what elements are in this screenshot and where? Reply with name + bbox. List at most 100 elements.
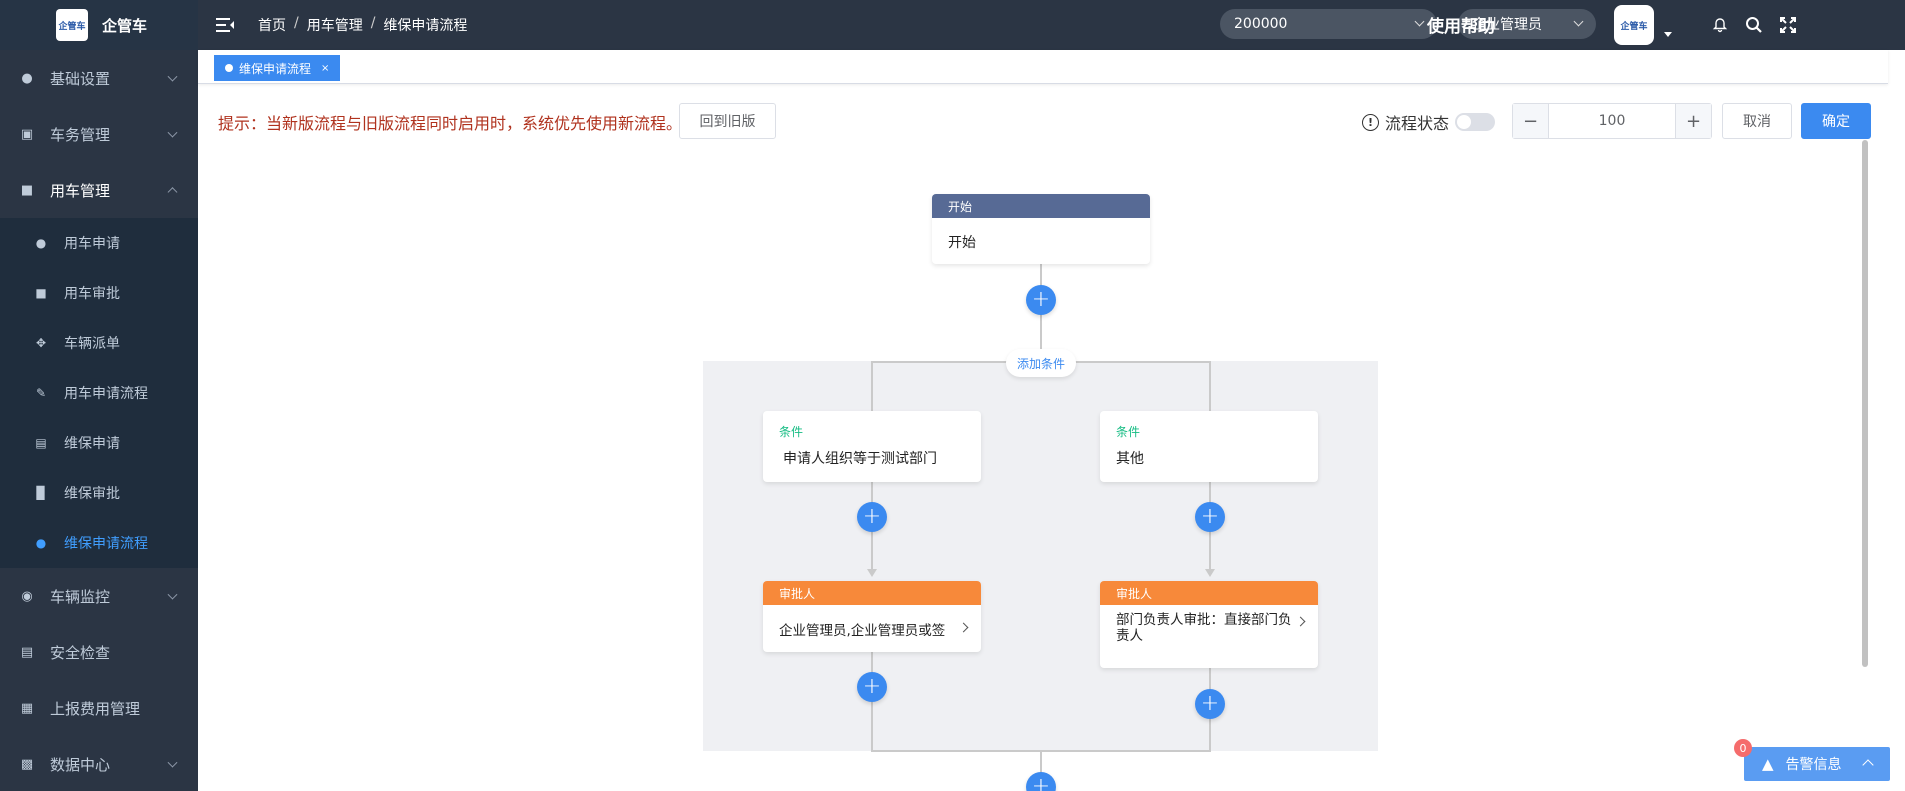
warning-icon: ! [1362,113,1379,131]
sidebar-item-safety-check[interactable]: ▤ 安全检查 [0,624,198,680]
breadcrumb-vehicle-use[interactable]: 用车管理 [307,15,363,35]
add-node-button[interactable]: + [1026,285,1056,315]
flow-status-switch[interactable] [1455,113,1495,131]
chevron-down-icon [167,127,178,138]
condition-text: 申请人组织等于测试部门 [783,451,937,467]
chevron-down-icon [167,757,178,768]
users-icon: ● [21,70,33,86]
tab-maint-flow[interactable]: 维保申请流程 × [214,55,341,81]
approver-node[interactable]: 审批人 企业管理员,企业管理员或签 [763,581,981,652]
alert-panel-toggle[interactable]: ▲ 告警信息 [1744,747,1890,781]
tab-label: 维保申请流程 [239,61,312,76]
scrollbar[interactable] [1862,140,1868,667]
sidebar-item-label: 数据中心 [50,755,111,774]
add-node-button[interactable]: + [1026,772,1056,791]
condition-node[interactable]: 条件 其他 [1100,411,1318,482]
sidebar-item-label: 车辆监控 [50,587,111,606]
active-dot-icon [225,64,233,72]
sidebar-item-basic-settings[interactable]: ● 基础设置 [0,50,198,106]
org-select-value: 200000 [1234,16,1288,32]
start-node[interactable]: 开始 开始 [932,194,1150,264]
sidebar-subitem-maint-flow[interactable]: ● 维保申请流程 [0,518,198,568]
help-link[interactable]: 使用帮助 [1427,12,1495,37]
add-node-button[interactable]: + [857,672,887,702]
confirm-button[interactable]: 确定 [1801,103,1871,139]
avatar[interactable]: 企管车 [1614,5,1654,45]
document-icon: ■ [20,182,34,198]
tip-text: 提示：当新版流程与旧版流程同时启用时，系统优先使用新流程。 [218,114,683,133]
zoom-stepper: − 100 + [1512,103,1712,139]
fullscreen-icon[interactable] [1778,15,1798,35]
zoom-out-button[interactable]: − [1513,104,1549,138]
zoom-value-input[interactable]: 100 [1549,104,1675,138]
breadcrumb-home[interactable]: 首页 [258,15,286,35]
condition-label: 条件 [779,425,804,439]
back-old-version-button[interactable]: 回到旧版 [679,103,776,139]
grid-icon: ▦ [20,700,34,716]
approver-node-title: 审批人 [763,581,981,605]
flow-status: ! 流程状态 [1362,110,1449,134]
approver-text: 企业管理员,企业管理员或签 [779,623,946,639]
add-node-button[interactable]: + [1195,689,1225,719]
sidebar-subitem-use-approve[interactable]: ■ 用车审批 [0,268,198,318]
sidebar-subitem-maint-approve[interactable]: ▉ 维保审批 [0,468,198,518]
bank-icon: ▲ [1762,755,1774,773]
globe-icon: ◉ [21,588,33,604]
sidebar-item-vehicle-use[interactable]: ■ 用车管理 [0,162,198,218]
approver-node[interactable]: 审批人 部门负责人审批：直接部门负责人 [1100,581,1318,668]
sidebar-item-expense[interactable]: ▦ 上报费用管理 [0,680,198,736]
org-select[interactable]: 200000 [1220,9,1437,39]
people-icon: ● [35,536,47,550]
close-icon[interactable]: × [321,63,329,74]
logo-text: 企管车 [102,16,148,35]
bar-chart-icon: ▉ [36,486,46,500]
breadcrumb-current: 维保申请流程 [383,18,468,34]
cancel-button[interactable]: 取消 [1722,103,1792,139]
chevron-up-icon [167,187,178,198]
search-icon[interactable] [1744,15,1764,35]
file-text-icon: ▤ [35,436,47,450]
sidebar-item-label: 用车审批 [64,286,120,302]
start-node-title: 开始 [932,194,1150,218]
sidebar-subitem-dispatch[interactable]: ✥ 车辆派单 [0,318,198,368]
sidebar-item-label: 车辆派单 [64,336,120,352]
alert-label: 告警信息 [1785,757,1842,773]
edit-icon: ✎ [35,386,47,400]
menu-toggle-icon[interactable] [216,18,234,32]
sidebar-item-monitor[interactable]: ◉ 车辆监控 [0,568,198,624]
flow-status-label: 流程状态 [1385,114,1450,133]
monitor-icon: ▣ [20,126,34,142]
add-condition-button[interactable]: 添加条件 [1006,349,1076,377]
sidebar-item-label: 用车管理 [50,181,111,200]
logo: 企管车 企管车 [0,0,198,50]
start-node-content: 开始 [948,235,976,251]
file-icon: ■ [35,286,47,300]
sidebar-item-label: 基础设置 [50,69,111,88]
bell-icon[interactable] [1710,15,1730,35]
chevron-right-icon [1295,616,1306,627]
breadcrumb-separator: / [294,15,299,31]
caret-down-icon[interactable] [1664,32,1672,37]
chevron-down-icon [167,71,178,82]
condition-node[interactable]: 条件 申请人组织等于测试部门 [763,411,981,482]
add-node-button[interactable]: + [1195,502,1225,532]
chevron-up-icon [1862,759,1874,771]
sidebar-item-label: 用车申请 [64,236,120,252]
sidebar-item-vehicle-affairs[interactable]: ▣ 车务管理 [0,106,198,162]
sidebar-item-data-center[interactable]: ▩ 数据中心 [0,736,198,791]
chevron-down-icon [167,589,178,600]
sidebar-item-label: 维保申请流程 [64,536,148,552]
move-icon: ✥ [35,336,47,350]
sidebar-subitem-maint-apply[interactable]: ▤ 维保申请 [0,418,198,468]
sidebar-item-label: 用车申请流程 [64,386,148,402]
keyboard-icon: ▤ [20,644,34,660]
sidebar-subitem-use-flow[interactable]: ✎ 用车申请流程 [0,368,198,418]
tabs-bar: 维保申请流程 × [198,50,1888,84]
breadcrumb: 首页 / 用车管理 / 维保申请流程 [258,15,467,35]
chevron-down-icon [1573,16,1584,27]
sidebar-subitem-use-apply[interactable]: ● 用车申请 [0,218,198,268]
sidebar: 企管车 企管车 ● 基础设置 ▣ 车务管理 ■ 用车管理 ● 用车申请 ■ 用车… [0,0,198,791]
add-node-button[interactable]: + [857,502,887,532]
zoom-in-button[interactable]: + [1675,104,1711,138]
condition-text: 其他 [1116,451,1144,467]
